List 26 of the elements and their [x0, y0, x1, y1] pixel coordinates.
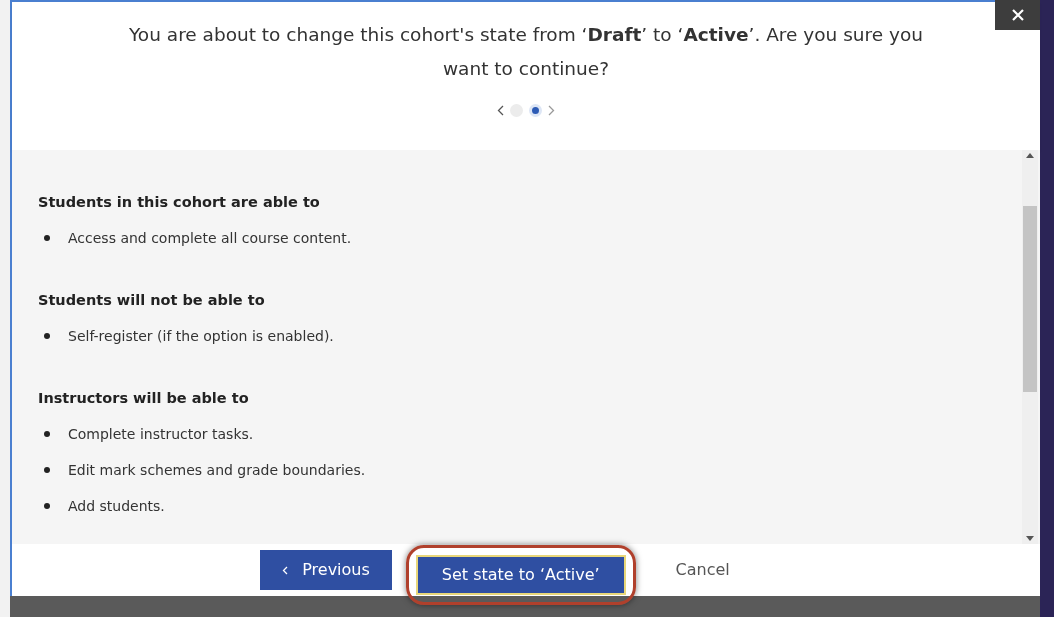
scrollbar-thumb[interactable] — [1023, 206, 1037, 392]
section-heading: Instructors will be able to — [38, 389, 250, 408]
chevron-left-icon[interactable] — [497, 105, 504, 116]
list-item: Edit mark schemes and grade boundaries. — [68, 460, 366, 480]
scroll-up-icon[interactable] — [1026, 152, 1034, 158]
section-heading: Students will not be able to — [38, 291, 266, 310]
chevron-left-icon — [282, 565, 289, 575]
close-button[interactable] — [995, 0, 1040, 30]
chevron-right-icon[interactable] — [548, 105, 555, 116]
bullet-icon — [44, 333, 50, 339]
bullet-icon — [44, 467, 50, 473]
list-item: Access and complete all course content. — [68, 228, 352, 248]
list-item: Complete instructor tasks. — [68, 424, 254, 444]
list-item: Add students. — [68, 496, 165, 516]
cancel-button[interactable]: Cancel — [653, 550, 752, 590]
bullet-icon — [44, 431, 50, 437]
set-state-button[interactable]: Set state to ‘Active’ — [415, 555, 626, 595]
confirmation-message: You are about to change this cohort's state from ‘Draft’ to ‘Active’. Are you sure you want to continue? — [128, 23, 924, 81]
list-item: Self-register (if the option is enabled). — [68, 326, 334, 346]
bullet-icon — [44, 503, 50, 509]
previous-button[interactable]: Previous — [260, 550, 392, 590]
close-icon — [1010, 8, 1025, 22]
scrollbar[interactable] — [1022, 150, 1038, 544]
section-heading: Students in this cohort are able to — [38, 193, 321, 212]
scroll-down-icon[interactable] — [1026, 536, 1034, 542]
bullet-icon — [44, 235, 50, 241]
